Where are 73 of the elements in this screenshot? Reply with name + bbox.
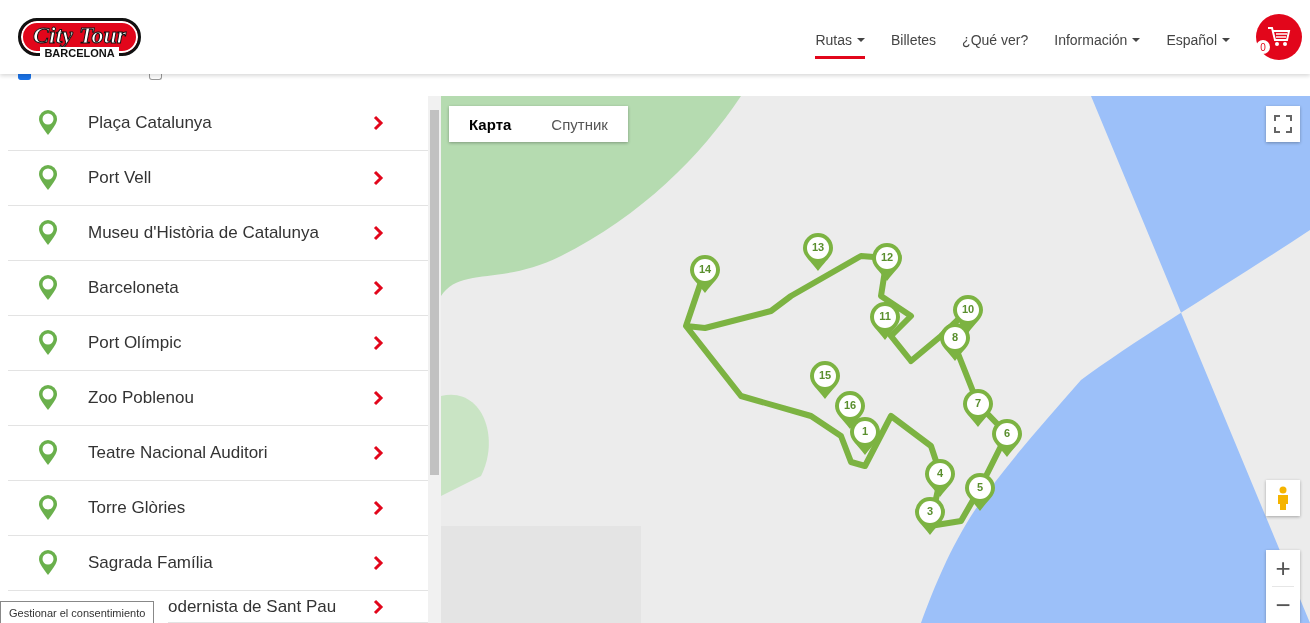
zoom-in-button[interactable]: + [1266,550,1300,586]
map-marker[interactable]: 3 [914,496,946,536]
stop-name: Port Vell [88,168,153,188]
map-marker[interactable]: 4 [924,458,956,498]
stop-item[interactable]: Sagrada Família [8,536,428,591]
map-marker[interactable]: 11 [869,301,901,341]
pin-icon [37,330,59,356]
stop-item[interactable]: Plaça Catalunya [8,96,428,151]
zoom-out-button[interactable]: − [1266,587,1300,623]
map-marker[interactable]: 13 [802,232,834,272]
scrollbar[interactable] [428,96,441,623]
chevron-icon [372,170,384,186]
pin-icon [37,110,59,136]
pin-icon [37,440,59,466]
cart-count: 0 [1256,40,1270,54]
map-marker[interactable]: 12 [871,242,903,282]
map-marker[interactable]: 15 [809,360,841,400]
chevron-icon [372,598,384,615]
stop-name: Teatre Nacional Auditori [88,443,269,463]
route-checkbox[interactable] [18,74,31,80]
chevron-icon [372,500,384,516]
chevron-icon [372,280,384,296]
stop-name: Zoo Poblenou [88,388,195,408]
stop-item[interactable]: Torre Glòries [8,481,428,536]
chevron-icon [372,115,384,131]
cart-button[interactable]: 0 [1256,14,1302,60]
stop-name: Sagrada Família [88,553,214,573]
cart-icon [1267,26,1291,48]
stop-name: odernista de Sant Pau [168,596,338,617]
stop-item[interactable]: Teatre Nacional Auditori [8,426,428,481]
stop-name: Torre Glòries [88,498,187,518]
logo[interactable]: City Tour BARCELONA [18,18,142,56]
pin-icon [37,275,59,301]
map-marker[interactable]: 8 [939,322,971,362]
stop-item[interactable]: Port Vell [8,151,428,206]
pin-icon [37,165,59,191]
person-icon [1276,486,1290,510]
stop-name: Museu d'Història de Catalunya [88,223,320,243]
nav-link[interactable]: Rutas [815,23,865,59]
pin-icon [37,550,59,576]
street-view-button[interactable] [1266,480,1300,516]
map-marker[interactable]: 7 [962,388,994,428]
map-marker[interactable]: 5 [964,472,996,512]
map-marker[interactable]: 6 [991,418,1023,458]
stop-name: Plaça Catalunya [88,113,213,133]
nav-link[interactable]: Billetes [890,23,937,59]
stop-name: Port Olímpic [88,333,183,353]
stop-item[interactable]: Barceloneta [8,261,428,316]
consent-button[interactable]: Gestionar el consentimiento [0,601,155,623]
map-type-tab[interactable]: Карта [449,106,532,142]
fullscreen-icon [1274,115,1292,133]
route-checkbox[interactable] [149,74,162,80]
chevron-icon [372,335,384,351]
nav-link[interactable]: Información [1054,23,1141,59]
pin-icon [37,495,59,521]
chevron-icon [372,390,384,406]
stop-name: Barceloneta [88,278,180,298]
nav-link[interactable]: Español [1166,23,1230,59]
chevron-icon [372,225,384,241]
pin-icon [37,220,59,246]
chevron-icon [372,555,384,571]
map-type-tab[interactable]: Спутник [531,106,628,142]
chevron-icon [372,445,384,461]
map-marker[interactable]: 10 [952,294,984,334]
stop-item[interactable]: Museu d'Història de Catalunya [8,206,428,261]
nav-link[interactable]: ¿Qué ver? [962,23,1029,59]
stop-item[interactable]: Port Olímpic [8,316,428,371]
map-marker[interactable]: 1 [849,416,881,456]
stop-item[interactable]: Zoo Poblenou [8,371,428,426]
stop-item[interactable]: odernista de Sant Pau [168,591,428,623]
fullscreen-button[interactable] [1266,106,1300,142]
pin-icon [37,385,59,411]
map-marker[interactable]: 14 [689,254,721,294]
